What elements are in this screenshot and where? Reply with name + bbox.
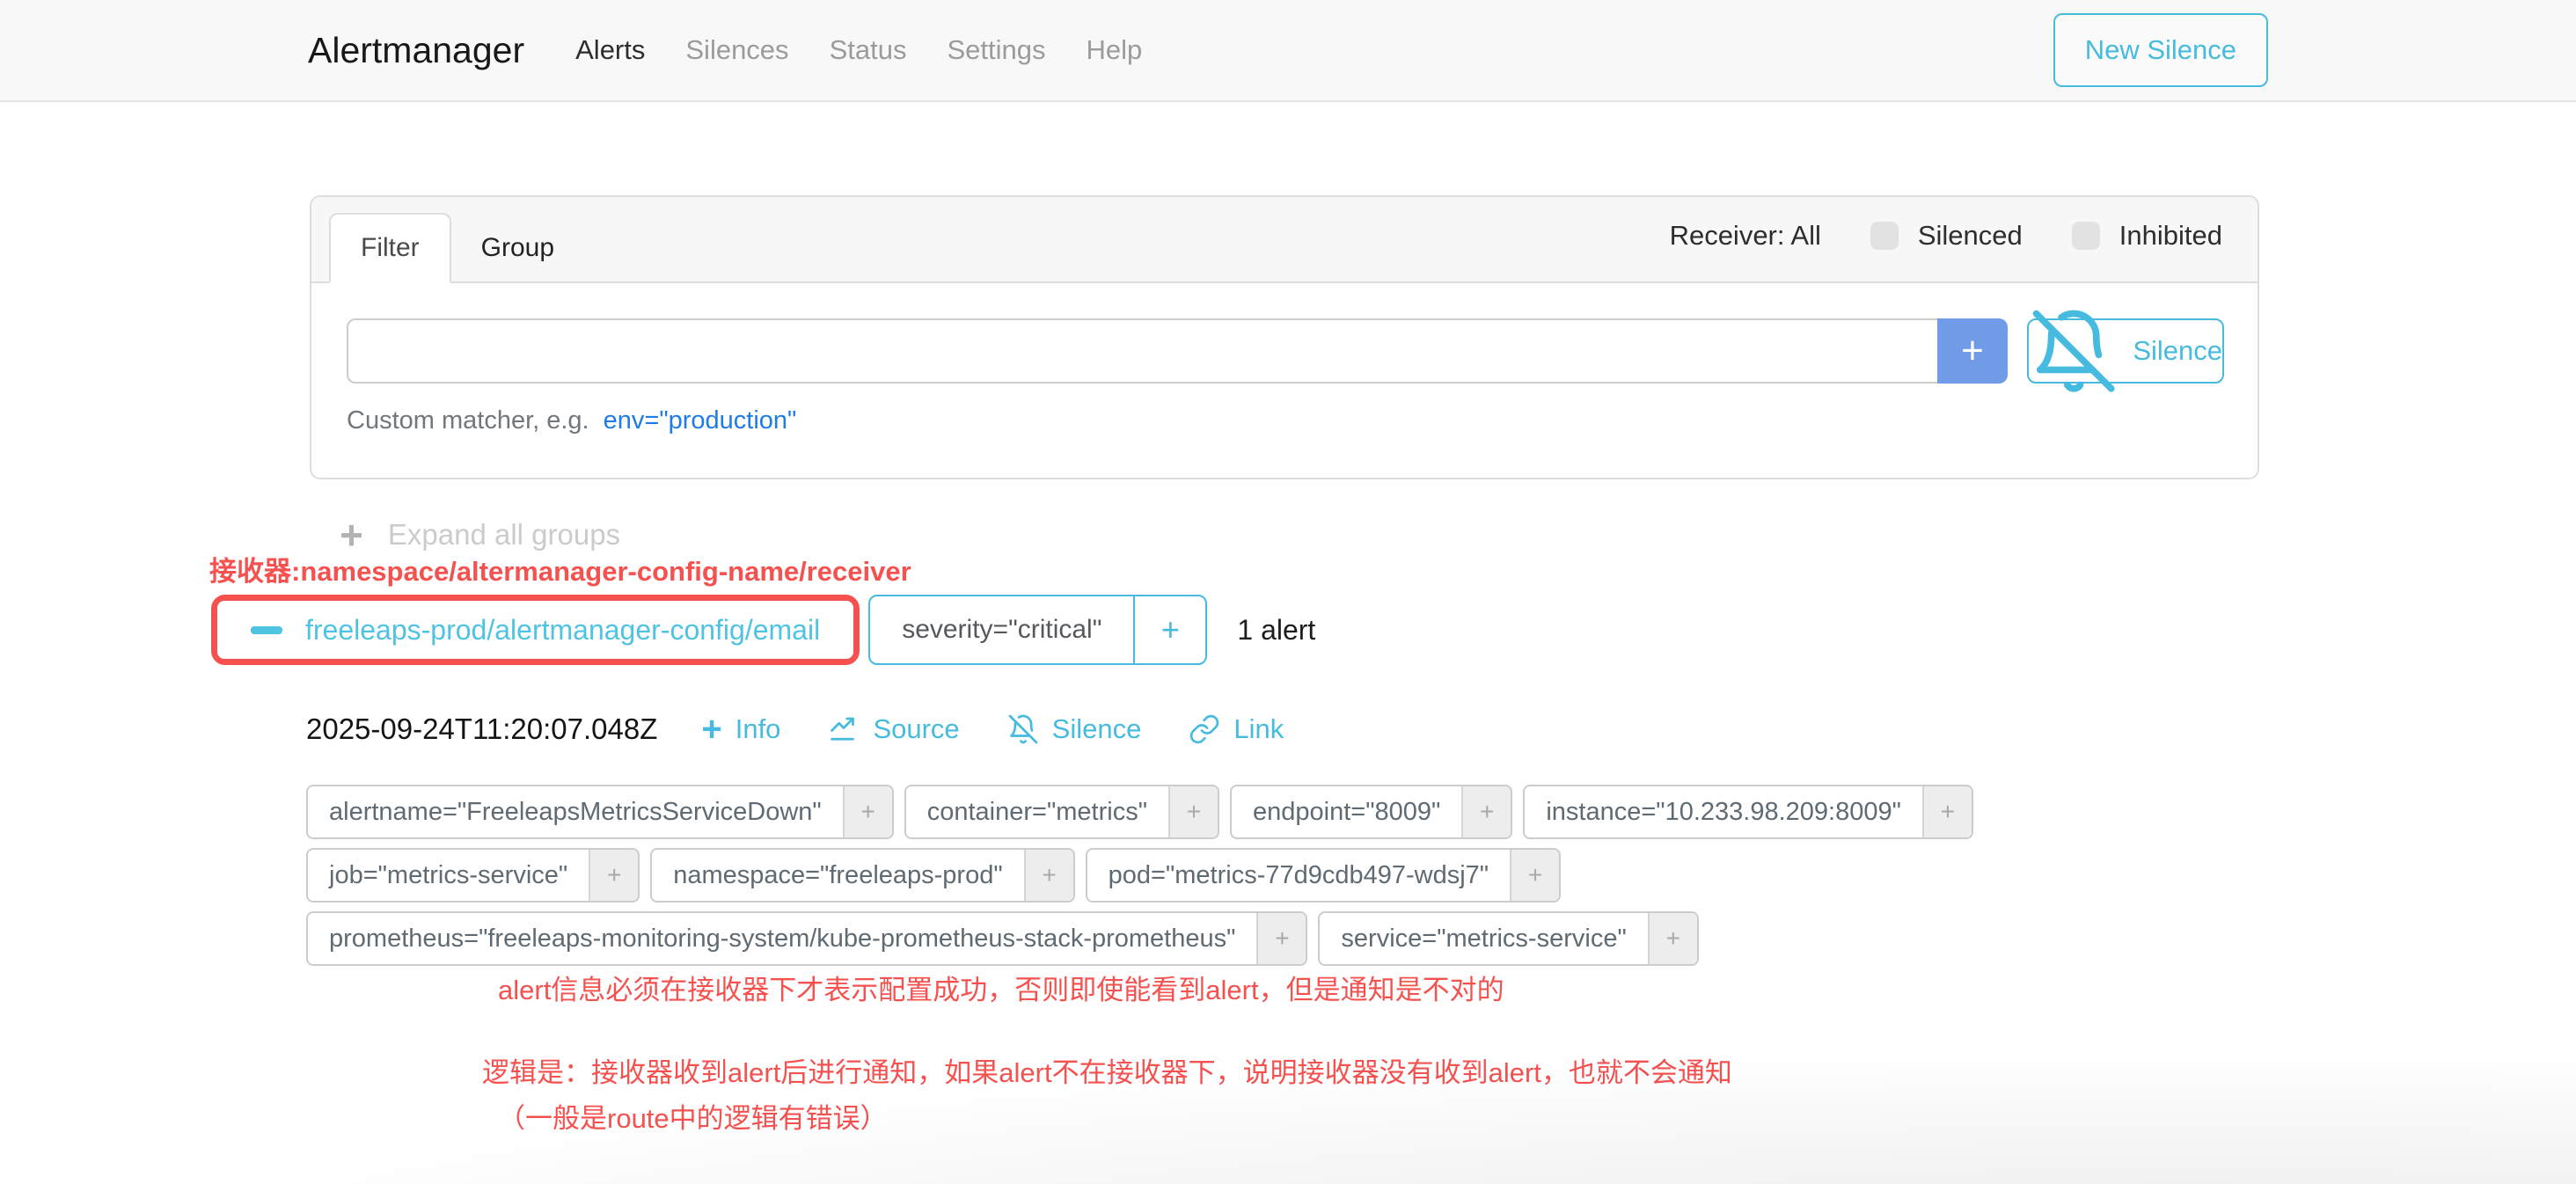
- label-add-button[interactable]: +: [843, 786, 892, 837]
- bell-slash-icon: [2029, 306, 2119, 396]
- nav-item-alerts[interactable]: Alerts: [575, 34, 645, 66]
- alert-labels: alertname="FreeleapsMetricsServiceDown" …: [306, 785, 2031, 966]
- matcher-input-group: + Silence: [347, 318, 2224, 384]
- source-action[interactable]: Source: [828, 713, 959, 745]
- annotation-alert-note: alert信息必须在接收器下才表示配置成功，否则即使能看到alert，但是通知是…: [498, 968, 1504, 1007]
- expand-all-groups[interactable]: + Expand all groups: [340, 517, 620, 552]
- link-action-label: Link: [1233, 713, 1284, 745]
- chart-icon: [828, 713, 860, 745]
- navbar: Alertmanager Alerts Silences Status Sett…: [0, 0, 2576, 102]
- label-tag-pod: pod="metrics-77d9cdb497-wdsj7" +: [1086, 848, 1561, 903]
- label-add-button[interactable]: +: [1256, 913, 1306, 964]
- nav-links: Alerts Silences Status Settings Help: [575, 34, 1142, 66]
- silence-action-label: Silence: [1052, 713, 1142, 745]
- silenced-checkbox-row[interactable]: Silenced: [1870, 220, 2023, 252]
- label-tag-instance: instance="10.233.98.209:8009" +: [1523, 785, 1973, 839]
- label-tag-job: job="metrics-service" +: [306, 848, 640, 903]
- nav-item-settings[interactable]: Settings: [947, 34, 1045, 66]
- matcher-hint-example-link[interactable]: env="production": [604, 406, 797, 435]
- minus-icon: [251, 626, 282, 634]
- link-action[interactable]: Link: [1189, 713, 1284, 745]
- matcher-hint: Custom matcher, e.g. env="production": [347, 406, 2224, 435]
- label-tag-endpoint: endpoint="8009" +: [1230, 785, 1512, 839]
- add-matcher-button[interactable]: +: [1937, 318, 2008, 384]
- label-text: namespace="freeleaps-prod": [652, 850, 1023, 901]
- plus-icon: +: [701, 716, 721, 742]
- silence-filter-label: Silence: [2133, 335, 2222, 367]
- silence-filter-button[interactable]: Silence: [2027, 318, 2224, 384]
- label-text: container="metrics": [906, 786, 1168, 837]
- receiver-filter-label[interactable]: Receiver: All: [1670, 220, 1821, 252]
- inhibited-label: Inhibited: [2119, 220, 2222, 252]
- annotation-logic-note-line1: 逻辑是：接收器收到alert后进行通知，如果alert不在接收器下，说明接收器没…: [482, 1050, 1732, 1090]
- filter-card-body: + Silence Custom matcher, e.g. env="prod…: [311, 283, 2258, 478]
- silenced-label: Silenced: [1918, 220, 2023, 252]
- label-text: pod="metrics-77d9cdb497-wdsj7": [1087, 850, 1510, 901]
- info-action[interactable]: + Info: [701, 713, 780, 745]
- alert-timestamp: 2025-09-24T11:20:07.048Z: [306, 713, 657, 746]
- label-add-button[interactable]: +: [1024, 850, 1073, 901]
- label-text: endpoint="8009": [1232, 786, 1461, 837]
- label-tag-service: service="metrics-service" +: [1318, 911, 1698, 966]
- label-tag-alertname: alertname="FreeleapsMetricsServiceDown" …: [306, 785, 894, 839]
- tab-group[interactable]: Group: [451, 213, 584, 283]
- label-tag-namespace: namespace="freeleaps-prod" +: [650, 848, 1074, 903]
- receiver-group-button[interactable]: freeleaps-prod/alertmanager-config/email: [217, 601, 853, 659]
- bell-slash-icon: [1007, 713, 1039, 745]
- label-text: job="metrics-service": [308, 850, 589, 901]
- label-add-button[interactable]: +: [1510, 850, 1559, 901]
- label-add-button[interactable]: +: [589, 850, 638, 901]
- label-text: service="metrics-service": [1320, 913, 1647, 964]
- label-tag-prometheus: prometheus="freeleaps-monitoring-system/…: [306, 911, 1307, 966]
- silenced-checkbox[interactable]: [1870, 222, 1899, 250]
- link-icon: [1189, 713, 1220, 745]
- alert-count: 1 alert: [1237, 614, 1315, 647]
- matcher-input[interactable]: [347, 318, 1937, 384]
- annotation-receiver-note: 接收器:namespace/altermanager-config-name/r…: [209, 549, 911, 588]
- inhibited-checkbox-row[interactable]: Inhibited: [2072, 220, 2222, 252]
- source-action-label: Source: [873, 713, 959, 745]
- filter-options: Receiver: All Silenced Inhibited: [1670, 195, 2222, 281]
- app-brand: Alertmanager: [308, 30, 524, 71]
- annotation-logic-note-line2: （一般是route中的逻辑有错误）: [498, 1096, 888, 1136]
- group-label-text: severity="critical": [870, 596, 1133, 663]
- expand-all-groups-label: Expand all groups: [388, 518, 620, 552]
- receiver-group-name: freeleaps-prod/alertmanager-config/email: [305, 614, 820, 647]
- label-add-button[interactable]: +: [1648, 913, 1697, 964]
- new-silence-button[interactable]: New Silence: [2053, 13, 2268, 87]
- label-text: prometheus="freeleaps-monitoring-system/…: [308, 913, 1256, 964]
- alert-meta-row: 2025-09-24T11:20:07.048Z + Info Source S…: [306, 713, 1331, 746]
- group-label-tag: severity="critical" +: [868, 595, 1207, 665]
- filter-card-header: Filter Group Receiver: All Silenced Inhi…: [311, 197, 2258, 283]
- info-action-label: Info: [735, 713, 781, 745]
- group-label-add-button[interactable]: +: [1133, 596, 1205, 663]
- tab-filter[interactable]: Filter: [329, 213, 451, 283]
- matcher-hint-text: Custom matcher, e.g.: [347, 406, 589, 435]
- label-text: instance="10.233.98.209:8009": [1525, 786, 1922, 837]
- label-text: alertname="FreeleapsMetricsServiceDown": [308, 786, 843, 837]
- filter-card: Filter Group Receiver: All Silenced Inhi…: [310, 195, 2259, 479]
- label-add-button[interactable]: +: [1168, 786, 1218, 837]
- label-tag-container: container="metrics" +: [904, 785, 1219, 839]
- silence-action[interactable]: Silence: [1007, 713, 1142, 745]
- plus-icon: +: [340, 517, 363, 552]
- nav-item-status[interactable]: Status: [830, 34, 907, 66]
- nav-item-help[interactable]: Help: [1086, 34, 1142, 66]
- annotation-red-box: freeleaps-prod/alertmanager-config/email: [211, 595, 860, 665]
- label-add-button[interactable]: +: [1922, 786, 1972, 837]
- nav-item-silences[interactable]: Silences: [685, 34, 788, 66]
- inhibited-checkbox[interactable]: [2072, 222, 2100, 250]
- label-add-button[interactable]: +: [1461, 786, 1511, 837]
- receiver-group-row: freeleaps-prod/alertmanager-config/email…: [211, 595, 1315, 665]
